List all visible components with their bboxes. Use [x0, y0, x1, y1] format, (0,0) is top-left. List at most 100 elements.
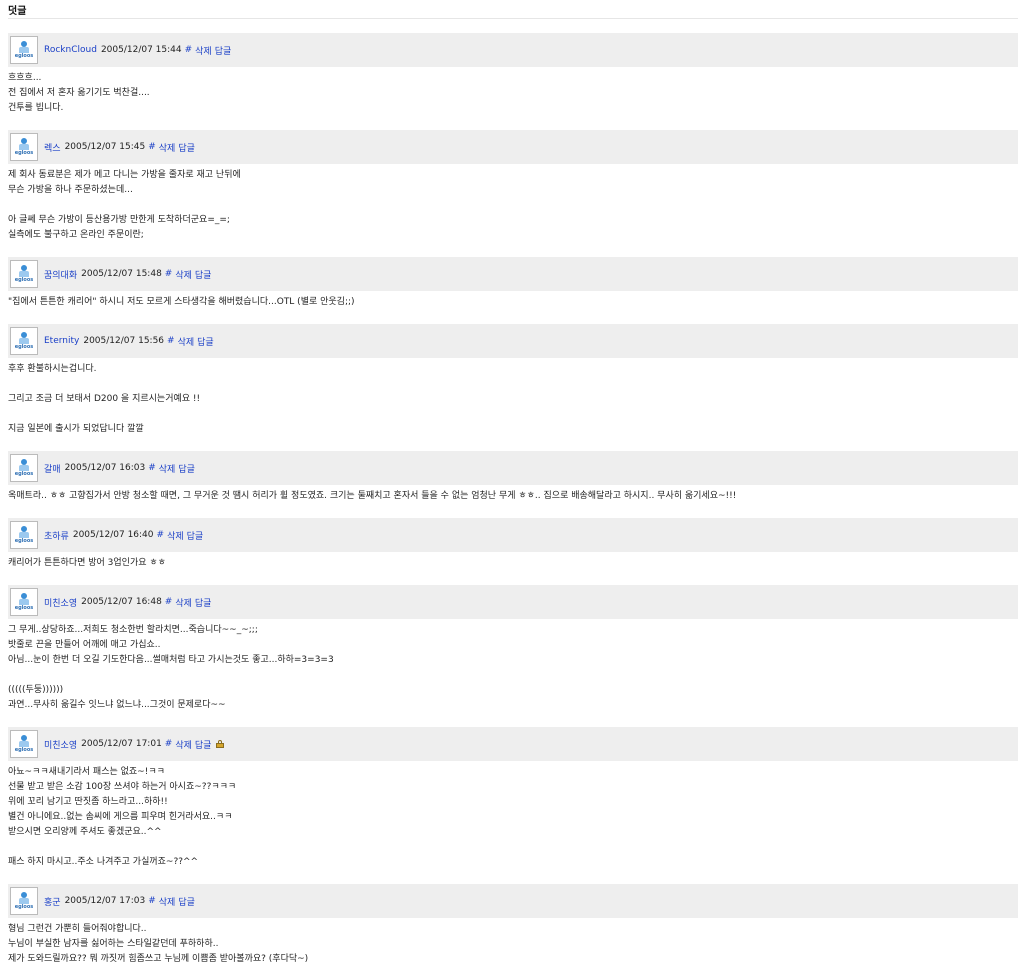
comments-section: 덧글 egloos RocknCloud 2005/12/07 15:44 # … — [0, 0, 1024, 967]
avatar[interactable]: egloos — [10, 133, 38, 161]
avatar[interactable]: egloos — [10, 521, 38, 549]
avatar-label: egloos — [14, 904, 34, 910]
comment-date: 2005/12/07 16:48 — [81, 597, 162, 607]
comment-header: egloos 갈매 2005/12/07 16:03 # 삭제 답글 — [8, 451, 1018, 485]
avatar[interactable]: egloos — [10, 588, 38, 616]
comment-header: egloos 홍군 2005/12/07 17:03 # 삭제 답글 — [8, 884, 1018, 918]
reply-link[interactable]: 답글 — [195, 268, 212, 281]
avatar[interactable]: egloos — [10, 730, 38, 758]
comment-author-link[interactable]: RocknCloud — [44, 45, 97, 55]
comment-author-link[interactable]: Eternity — [44, 336, 79, 346]
delete-link[interactable]: 삭제 — [175, 738, 192, 751]
comment-body: 흐흐흐... 전 집에서 저 혼자 옮기기도 벅찬걸.... 건투를 빕니다. — [8, 73, 150, 113]
lock-icon — [216, 740, 225, 748]
comment-header: egloos 초하류 2005/12/07 16:40 # 삭제 답글 — [8, 518, 1018, 552]
avatar-label: egloos — [14, 277, 34, 283]
comment-header: egloos 미친소영 2005/12/07 17:01 # 삭제 답글 — [8, 727, 1018, 761]
comments-title: 덧글 — [8, 5, 27, 17]
user-icon — [18, 138, 30, 150]
comment-item: egloos RocknCloud 2005/12/07 15:44 # 삭제 … — [8, 33, 1018, 116]
user-icon — [18, 265, 30, 277]
avatar-label: egloos — [14, 747, 34, 753]
comment-body: 캐리어가 튼튼하다면 방어 3업인가요 ㅎㅎ — [8, 558, 166, 568]
reply-link[interactable]: 답글 — [178, 462, 195, 475]
comment-author-link[interactable]: 홍군 — [44, 895, 61, 908]
comment-header: egloos RocknCloud 2005/12/07 15:44 # 삭제 … — [8, 33, 1018, 67]
comment-item: egloos 꿈의대화 2005/12/07 15:48 # 삭제 답글 "집에… — [8, 257, 1018, 310]
permalink-link[interactable]: # — [157, 530, 165, 540]
permalink-link[interactable]: # — [148, 896, 156, 906]
comment-item: egloos 초하류 2005/12/07 16:40 # 삭제 답글 캐리어가… — [8, 518, 1018, 571]
delete-link[interactable]: 삭제 — [178, 335, 195, 348]
avatar-label: egloos — [14, 605, 34, 611]
reply-link[interactable]: 답글 — [178, 141, 195, 154]
reply-link[interactable]: 답글 — [197, 335, 214, 348]
reply-link[interactable]: 답글 — [178, 895, 195, 908]
avatar-label: egloos — [14, 344, 34, 350]
comment-author-link[interactable]: 미친소영 — [44, 738, 77, 751]
avatar-label: egloos — [14, 53, 34, 59]
delete-link[interactable]: 삭제 — [159, 141, 176, 154]
avatar[interactable]: egloos — [10, 36, 38, 64]
comment-date: 2005/12/07 16:40 — [72, 530, 154, 540]
comment-body: 옥매트라.. ㅎㅎ 고향집가서 안방 청소할 때면, 그 무거운 것 땜시 허리… — [8, 491, 737, 501]
user-icon — [18, 332, 30, 344]
user-icon — [18, 526, 30, 538]
avatar[interactable]: egloos — [10, 887, 38, 915]
avatar[interactable]: egloos — [10, 327, 38, 355]
comment-body: 아뇨~ㅋㅋ새내기라서 패스는 없죠~!ㅋㅋ 선물 받고 받은 소감 100장 쓰… — [8, 767, 237, 867]
comment-date: 2005/12/07 17:01 — [81, 739, 162, 749]
permalink-link[interactable]: # — [165, 739, 173, 749]
avatar[interactable]: egloos — [10, 454, 38, 482]
delete-link[interactable]: 삭제 — [159, 462, 176, 475]
comment-author-link[interactable]: 미친소영 — [44, 596, 77, 609]
permalink-link[interactable]: # — [148, 142, 156, 152]
comment-date: 2005/12/07 15:48 — [81, 269, 162, 279]
delete-link[interactable]: 삭제 — [167, 529, 184, 542]
comment-header: egloos 렉스 2005/12/07 15:45 # 삭제 답글 — [8, 130, 1018, 164]
reply-link[interactable]: 답글 — [187, 529, 204, 542]
user-icon — [18, 593, 30, 605]
avatar-label: egloos — [14, 471, 34, 477]
comments-header: 덧글 — [8, 0, 1018, 19]
comment-body: 후후 환불하시는겁니다. 그리고 조금 더 보태서 D200 을 지르시는거예요… — [8, 364, 201, 434]
user-icon — [18, 41, 30, 53]
permalink-link[interactable]: # — [165, 269, 173, 279]
comment-author-link[interactable]: 초하류 — [44, 529, 69, 542]
comment-author-link[interactable]: 갈매 — [44, 462, 61, 475]
comment-body: 형님 그런건 가뿐히 들어줘야합니다.. 누님이 부실한 남자를 싫어하는 스타… — [8, 924, 309, 964]
comment-item: egloos 홍군 2005/12/07 17:03 # 삭제 답글 형님 그런… — [8, 884, 1018, 967]
reply-link[interactable]: 답글 — [195, 738, 212, 751]
comment-body: 제 회사 동료분은 제가 메고 다니는 가방을 줄자로 재고 난뒤에 무슨 가방… — [8, 170, 241, 240]
comment-list: egloos RocknCloud 2005/12/07 15:44 # 삭제 … — [8, 33, 1018, 967]
delete-link[interactable]: 삭제 — [159, 895, 176, 908]
comment-body: 그 무게..상당하죠...저희도 청소한번 할라치면...죽습니다~~_~;;;… — [8, 625, 334, 710]
user-icon — [18, 459, 30, 471]
reply-link[interactable]: 답글 — [195, 596, 212, 609]
comment-author-link[interactable]: 꿈의대화 — [44, 268, 77, 281]
comment-item: egloos 미친소영 2005/12/07 17:01 # 삭제 답글 아뇨~… — [8, 727, 1018, 870]
comment-header: egloos 꿈의대화 2005/12/07 15:48 # 삭제 답글 — [8, 257, 1018, 291]
comment-item: egloos Eternity 2005/12/07 15:56 # 삭제 답글… — [8, 324, 1018, 437]
permalink-link[interactable]: # — [185, 45, 193, 55]
permalink-link[interactable]: # — [165, 597, 173, 607]
comment-date: 2005/12/07 15:44 — [100, 45, 182, 55]
comment-date: 2005/12/07 17:03 — [64, 896, 146, 906]
comment-item: egloos 갈매 2005/12/07 16:03 # 삭제 답글 옥매트라.… — [8, 451, 1018, 504]
delete-link[interactable]: 삭제 — [195, 44, 212, 57]
user-icon — [18, 892, 30, 904]
permalink-link[interactable]: # — [148, 463, 156, 473]
permalink-link[interactable]: # — [167, 336, 175, 346]
delete-link[interactable]: 삭제 — [175, 596, 192, 609]
avatar[interactable]: egloos — [10, 260, 38, 288]
comment-body: "집에서 튼튼한 캐리어" 하시니 저도 모르게 스타생각을 해버렸습니다...… — [8, 297, 355, 307]
avatar-label: egloos — [14, 538, 34, 544]
comment-item: egloos 렉스 2005/12/07 15:45 # 삭제 답글 제 회사 … — [8, 130, 1018, 243]
reply-link[interactable]: 답글 — [215, 44, 232, 57]
comment-item: egloos 미친소영 2005/12/07 16:48 # 삭제 답글 그 무… — [8, 585, 1018, 713]
comment-date: 2005/12/07 15:45 — [64, 142, 146, 152]
comment-author-link[interactable]: 렉스 — [44, 141, 61, 154]
user-icon — [18, 735, 30, 747]
delete-link[interactable]: 삭제 — [175, 268, 192, 281]
comment-header: egloos Eternity 2005/12/07 15:56 # 삭제 답글 — [8, 324, 1018, 358]
